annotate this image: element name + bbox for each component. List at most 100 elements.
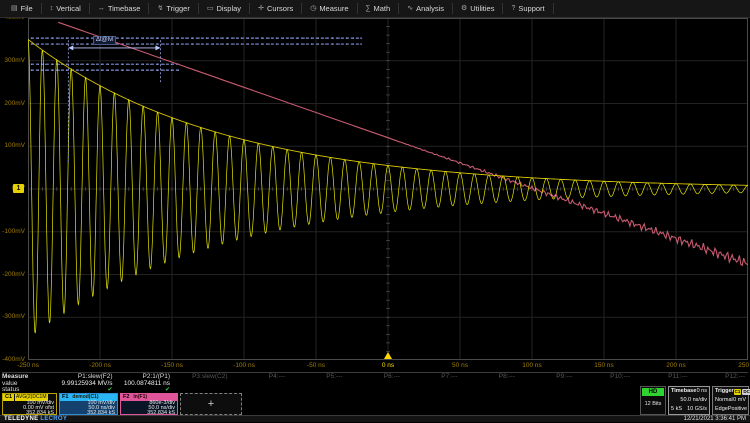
menu-item[interactable]: ∑ Math xyxy=(358,3,400,14)
y-axis-label: -300mV xyxy=(0,313,25,321)
measure-param-name: P11:--- xyxy=(633,373,688,381)
menu-item[interactable]: ◷ Measure xyxy=(302,3,357,14)
menu-bar: ▤ File ↕ Vertical ↔ Timebase ↯ Trigger ▭… xyxy=(0,0,750,18)
timebase-delay: 0 ns xyxy=(697,387,707,396)
trigger-mode: Normal xyxy=(715,396,733,405)
trigger-coupling-badge: DC xyxy=(742,389,750,395)
trace-descriptor-f1[interactable]: F1 demod(C1) 100 mV/div 50.0 ns/div 352.… xyxy=(59,393,118,415)
measure-column[interactable]: P6:--- xyxy=(346,373,404,393)
menu-item[interactable]: ▤ File xyxy=(3,3,42,14)
timebase-title: Timebase xyxy=(671,387,696,396)
measure-param-name: P4:--- xyxy=(231,373,286,381)
measure-param-status xyxy=(576,387,631,393)
delta-t-level-annotation: Δt@lvl xyxy=(93,36,116,45)
status-bar: TELEDYNE LECROY 12/21/2021 3:36:41 PM xyxy=(0,415,750,422)
menu-item-label: Support xyxy=(518,4,544,13)
menu-item-icon: ▭ xyxy=(207,5,214,12)
measure-column[interactable]: P4:--- xyxy=(231,373,289,393)
menu-item-label: Vertical xyxy=(56,4,81,13)
trigger-slope: Positive xyxy=(728,405,747,414)
measure-column[interactable]: P2:1/(P1) 100.0874811 ns ✔ xyxy=(116,373,174,393)
trace-id-f2: F2 xyxy=(121,394,131,401)
trigger-type: Edge xyxy=(715,405,728,414)
y-axis-label: -100mV xyxy=(0,228,25,236)
timebase-samples: 5 kS xyxy=(671,405,682,414)
hd-bits: 12 Bits xyxy=(641,401,665,407)
menu-item[interactable]: ↔ Timebase xyxy=(90,3,150,14)
menu-item[interactable]: ? Support xyxy=(503,3,553,14)
measure-column[interactable]: P5:--- xyxy=(288,373,346,393)
timebase-scale: 50.0 ns/div xyxy=(680,396,707,405)
menu-item-label: Math xyxy=(374,4,391,13)
timebase-samplerate: 10 GS/s xyxy=(687,405,707,414)
menu-item-icon: ▤ xyxy=(11,5,18,12)
measure-param-name: P5:--- xyxy=(288,373,343,381)
menu-item-icon: ✛ xyxy=(258,5,264,12)
trigger-source-badge: C1 xyxy=(734,389,742,395)
trace-function-f2: ln(F1) xyxy=(132,394,148,401)
menu-item-label: Display xyxy=(216,4,241,13)
waveform-svg xyxy=(28,18,748,360)
waveform-display xyxy=(28,18,748,360)
measure-param-status xyxy=(403,387,458,393)
measure-param-value: 9.99125934 MV/s xyxy=(58,381,113,387)
measure-param-name: P12:--- xyxy=(691,373,746,381)
trace-descriptor-c1[interactable]: C1 AVG(2)DC1M 100 mV/div 0.00 mV ofst 35… xyxy=(2,393,57,415)
trace-id-f1: F1 xyxy=(60,394,70,401)
measure-param-name: P3:slew(C2) xyxy=(173,373,228,381)
menu-item-icon: ? xyxy=(511,5,515,12)
measure-row-labels: Measure value status xyxy=(2,373,58,393)
measure-param-name: P8:--- xyxy=(461,373,516,381)
menu-item[interactable]: ∿ Analysis xyxy=(399,3,453,14)
measure-column[interactable]: P8:--- xyxy=(461,373,519,393)
menu-item-label: Trigger xyxy=(166,4,189,13)
measure-param-status xyxy=(461,387,516,393)
y-axis-label: -200mV xyxy=(0,271,25,279)
menu-item-label: Analysis xyxy=(416,4,444,13)
add-trace-button[interactable]: + xyxy=(180,393,242,415)
menu-item-icon: ∑ xyxy=(366,5,371,12)
y-axis-label: 200mV xyxy=(0,100,25,108)
trigger-panel[interactable]: Trigger C1 DC Normal 0 mV Edge Positive xyxy=(712,386,749,415)
measure-column[interactable]: P3:slew(C2) xyxy=(173,373,231,393)
menu-item[interactable]: ▭ Display xyxy=(199,3,250,14)
menu-item-label: Cursors xyxy=(267,4,293,13)
teledyne-lecroy-logo: TELEDYNE LECROY xyxy=(4,416,67,423)
menu-item-icon: ↕ xyxy=(50,5,54,12)
measure-column[interactable]: P9:--- xyxy=(518,373,576,393)
datetime: 12/21/2021 3:36:41 PM xyxy=(684,416,746,423)
menu-item-icon: ⚙ xyxy=(461,5,467,12)
measure-param-name: P6:--- xyxy=(346,373,401,381)
measure-param-name: P7:--- xyxy=(403,373,458,381)
menu-item[interactable]: ↕ Vertical xyxy=(42,3,90,14)
measure-param-status xyxy=(346,387,401,393)
menu-item[interactable]: ⚙ Utilities xyxy=(453,3,503,14)
channel1-zero-marker[interactable]: 1 xyxy=(13,184,24,193)
trigger-level: 0 mV xyxy=(733,396,746,405)
hd-mode-panel[interactable]: HD 12 Bits xyxy=(640,386,666,415)
measure-param-status xyxy=(288,387,343,393)
menu-item[interactable]: ↯ Trigger xyxy=(149,3,198,14)
menu-item-label: Utilities xyxy=(470,4,494,13)
measure-table: Measure value status P1:slew(F2) 9.99125… xyxy=(2,372,748,393)
measure-column[interactable]: P10:--- xyxy=(576,373,634,393)
trace-id-c1: C1 xyxy=(3,394,14,401)
menu-item-label: Measure xyxy=(319,4,348,13)
menu-item-label: Timebase xyxy=(108,4,141,13)
y-axis-label: 300mV xyxy=(0,57,25,65)
menu-item-icon: ↯ xyxy=(157,5,163,12)
menu-item-icon: ◷ xyxy=(310,5,316,12)
trace-descriptor-f2[interactable]: F2 ln(F1) 860e-3/div 50.0 ns/div 352.834… xyxy=(120,393,178,415)
measure-param-value: 100.0874811 ns xyxy=(116,381,171,387)
menu-item-icon: ↔ xyxy=(98,5,105,12)
measure-param-status xyxy=(518,387,573,393)
x-axis-labels: -250 ns -200 ns -150 ns -100 ns -50 ns 0… xyxy=(28,362,748,371)
measure-column[interactable]: P7:--- xyxy=(403,373,461,393)
measure-param-name: P10:--- xyxy=(576,373,631,381)
hd-badge: HD xyxy=(642,388,664,396)
menu-item[interactable]: ✛ Cursors xyxy=(250,3,302,14)
menu-item-label: File xyxy=(21,4,33,13)
measure-column[interactable]: P1:slew(F2) 9.99125934 MV/s ✔ xyxy=(58,373,116,393)
timebase-panel[interactable]: Timebase 0 ns 50.0 ns/div 5 kS 10 GS/s xyxy=(668,386,710,415)
menu-item-icon: ∿ xyxy=(407,5,413,12)
